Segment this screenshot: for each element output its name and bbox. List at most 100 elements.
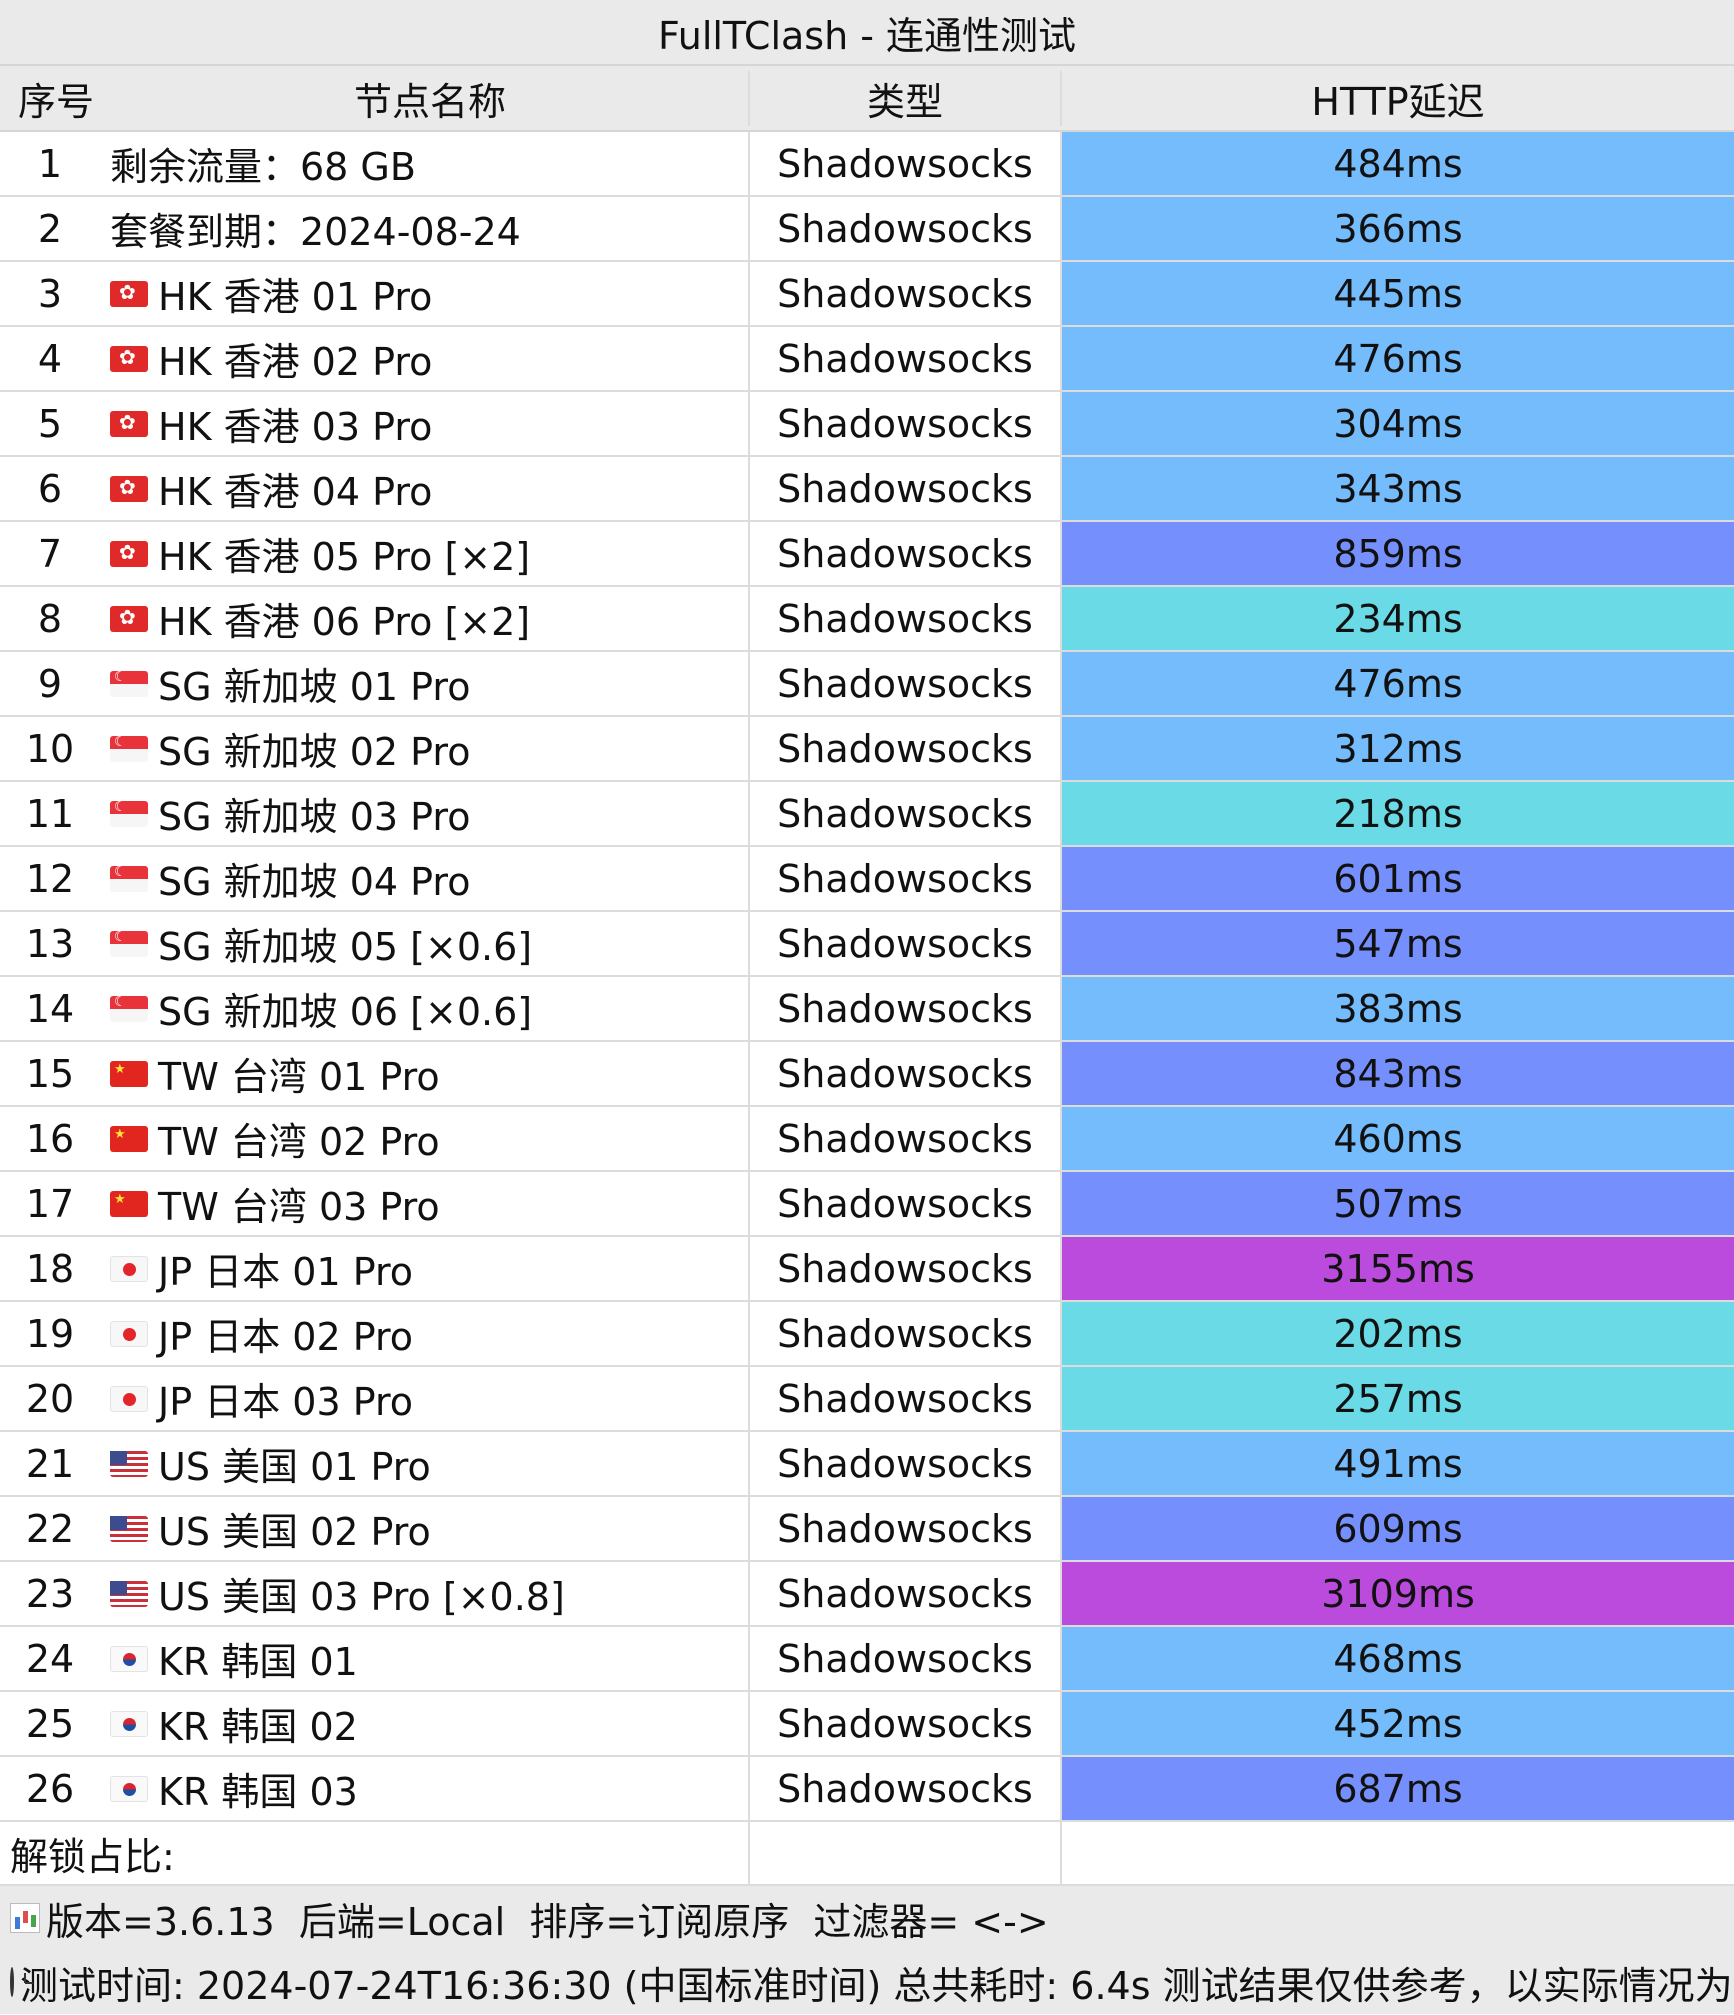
table-row[interactable]: 22 US 美国 02 Pro Shadowsocks 609ms (0, 1497, 1734, 1562)
table-row[interactable]: 7 HK 香港 05 Pro [×2] Shadowsocks859ms (0, 522, 1734, 587)
node-name: US 美国 03 Pro [×0.8] (158, 1575, 565, 1619)
table-row[interactable]: 13 SG 新加坡 05 [×0.6] Shadowsocks547ms (0, 912, 1734, 977)
node-type: Shadowsocks (750, 392, 1062, 455)
node-type: Shadowsocks (750, 197, 1062, 260)
http-delay: 445ms (1062, 262, 1734, 325)
table-row[interactable]: 4 HK 香港 02 Pro Shadowsocks476ms (0, 327, 1734, 392)
node-name: SG 新加坡 03 Pro (158, 795, 471, 839)
jp-flag-icon (110, 1255, 148, 1282)
node-type: Shadowsocks (750, 977, 1062, 1040)
row-number: 4 (37, 336, 63, 381)
node-name-cell: SG 新加坡 06 [×0.6] (100, 977, 750, 1040)
table-row[interactable]: 5 HK 香港 03 Pro Shadowsocks304ms (0, 392, 1734, 457)
row-number: 26 (25, 1766, 75, 1811)
table-row[interactable]: 24 KR 韩国 01 Shadowsocks 468ms (0, 1627, 1734, 1692)
sg-flag-icon (110, 734, 148, 762)
table-row[interactable]: 6 HK 香港 04 Pro Shadowsocks343ms (0, 457, 1734, 522)
table-row[interactable]: 15 TW 台湾 01 Pro Shadowsocks843ms (0, 1042, 1734, 1107)
node-name: SG 新加坡 04 Pro (158, 860, 471, 904)
table-row[interactable]: 25 KR 韩国 02 Shadowsocks 452ms (0, 1692, 1734, 1757)
node-type: Shadowsocks (750, 262, 1062, 325)
sg-flag-icon (110, 994, 148, 1022)
hk-flag-icon (110, 280, 148, 307)
footer-info-text: 版本=3.6.13 后端=Local 排序=订阅原序 过滤器= <-> (46, 1899, 1049, 1944)
header-num[interactable]: 序号 (0, 71, 112, 126)
node-name-cell: SG 新加坡 02 Pro (100, 717, 750, 780)
node-type: Shadowsocks (750, 1757, 1062, 1820)
table-row[interactable]: 1 剩余流量：68 GB Shadowsocks 484ms (0, 132, 1734, 197)
table-row[interactable]: 21 US 美国 01 Pro Shadowsocks 491ms (0, 1432, 1734, 1497)
row-number: 13 (25, 921, 75, 966)
sg-flag-icon (110, 864, 148, 892)
table-row[interactable]: 26 KR 韩国 03 Shadowsocks 687ms (0, 1757, 1734, 1822)
header-name[interactable]: 节点名称 (112, 70, 750, 126)
table-row[interactable]: 16 TW 台湾 02 Pro Shadowsocks460ms (0, 1107, 1734, 1172)
http-delay: 476ms (1062, 327, 1734, 390)
http-delay: 601ms (1062, 847, 1734, 910)
table-row[interactable]: 8 HK 香港 06 Pro [×2] Shadowsocks234ms (0, 587, 1734, 652)
window-title: FullTClash - 连通性测试 (0, 0, 1734, 66)
node-name: SG 新加坡 06 [×0.6] (158, 990, 533, 1034)
table-row[interactable]: 23 US 美国 03 Pro [×0.8] Shadowsocks 3109ms (0, 1562, 1734, 1627)
node-name-cell: HK 香港 06 Pro [×2] (100, 587, 750, 650)
table-header: 序号 节点名称 类型 HTTP延迟 (0, 66, 1734, 132)
node-type: Shadowsocks (750, 652, 1062, 715)
table-row[interactable]: 14 SG 新加坡 06 [×0.6] Shadowsocks383ms (0, 977, 1734, 1042)
node-name: US 美国 02 Pro (158, 1510, 431, 1554)
sg-flag-icon (110, 669, 148, 697)
http-delay: 304ms (1062, 392, 1734, 455)
node-name-cell: 套餐到期：2024-08-24 (100, 197, 750, 260)
node-name-cell: TW 台湾 01 Pro (100, 1042, 750, 1105)
node-name-cell: SG 新加坡 01 Pro (100, 652, 750, 715)
row-number: 19 (25, 1311, 75, 1356)
node-name: HK 香港 04 Pro (158, 470, 433, 514)
table-row[interactable]: 9 SG 新加坡 01 Pro Shadowsocks476ms (0, 652, 1734, 717)
http-delay: 609ms (1062, 1497, 1734, 1560)
http-delay: 312ms (1062, 717, 1734, 780)
header-type[interactable]: 类型 (750, 70, 1062, 126)
kr-flag-icon (110, 1645, 148, 1672)
http-delay: 202ms (1062, 1302, 1734, 1365)
table-row[interactable]: 17 TW 台湾 03 Pro Shadowsocks507ms (0, 1172, 1734, 1237)
hk-flag-icon (110, 475, 148, 502)
node-type: Shadowsocks (750, 327, 1062, 390)
sg-flag-icon (110, 799, 148, 827)
row-number: 15 (25, 1051, 75, 1096)
node-name: SG 新加坡 05 [×0.6] (158, 925, 533, 969)
hk-flag-icon (110, 410, 148, 437)
node-name-cell: 剩余流量：68 GB (100, 132, 750, 195)
http-delay: 218ms (1062, 782, 1734, 845)
footer: 版本=3.6.13 后端=Local 排序=订阅原序 过滤器= <-> 测试时间… (0, 1886, 1734, 2014)
clock-icon (10, 1967, 33, 1997)
row-number: 11 (25, 791, 75, 836)
tw-flag-icon (110, 1190, 148, 1217)
table-row[interactable]: 18 JP 日本 01 Pro Shadowsocks 3155ms (0, 1237, 1734, 1302)
node-name-cell: HK 香港 01 Pro (100, 262, 750, 325)
node-type: Shadowsocks (750, 1562, 1062, 1625)
node-type: Shadowsocks (750, 1497, 1062, 1560)
http-delay: 843ms (1062, 1042, 1734, 1105)
table-row[interactable]: 3 HK 香港 01 Pro Shadowsocks445ms (0, 262, 1734, 327)
node-name-cell: US 美国 03 Pro [×0.8] (100, 1562, 750, 1625)
table-row[interactable]: 10 SG 新加坡 02 Pro Shadowsocks312ms (0, 717, 1734, 782)
table-row[interactable]: 2 套餐到期：2024-08-24 Shadowsocks 366ms (0, 197, 1734, 262)
node-name-cell: TW 台湾 03 Pro (100, 1172, 750, 1235)
table-row[interactable]: 19 JP 日本 02 Pro Shadowsocks 202ms (0, 1302, 1734, 1367)
row-number: 24 (25, 1636, 75, 1681)
row-number: 21 (25, 1441, 75, 1486)
hk-flag-icon (110, 605, 148, 632)
us-flag-icon (110, 1580, 148, 1607)
node-name: US 美国 01 Pro (158, 1445, 431, 1489)
node-type: Shadowsocks (750, 847, 1062, 910)
table-row[interactable]: 12 SG 新加坡 04 Pro Shadowsocks601ms (0, 847, 1734, 912)
node-type: Shadowsocks (750, 717, 1062, 780)
table-row[interactable]: 20 JP 日本 03 Pro Shadowsocks 257ms (0, 1367, 1734, 1432)
header-delay[interactable]: HTTP延迟 (1062, 71, 1734, 126)
node-name: HK 香港 06 Pro [×2] (158, 600, 531, 644)
node-name-cell: SG 新加坡 05 [×0.6] (100, 912, 750, 975)
unlock-label: 解锁占比: (0, 1822, 750, 1884)
table-row[interactable]: 11 SG 新加坡 03 Pro Shadowsocks218ms (0, 782, 1734, 847)
node-name: 剩余流量：68 GB (110, 145, 416, 189)
node-type: Shadowsocks (750, 1432, 1062, 1495)
bar-chart-icon (10, 1903, 40, 1933)
